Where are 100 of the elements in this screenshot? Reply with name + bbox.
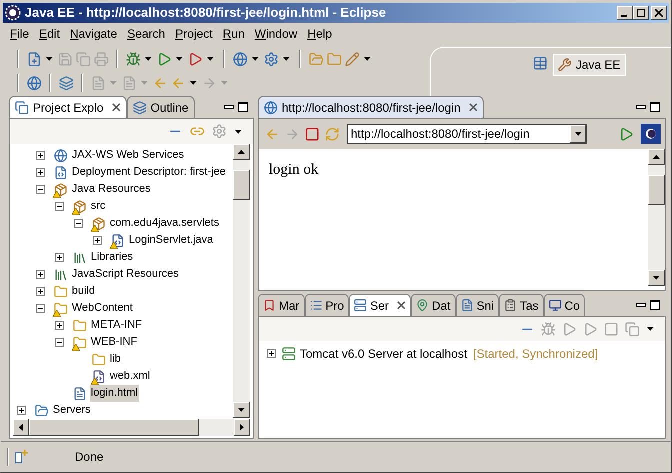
menu-item[interactable]: Run bbox=[218, 25, 250, 43]
scroll-thumb[interactable] bbox=[29, 419, 199, 436]
bookmark-icon bbox=[263, 299, 276, 312]
close-icon[interactable] bbox=[397, 301, 406, 310]
tree-item[interactable]: login.html bbox=[90, 385, 140, 402]
tree-item[interactable]: JavaScript Resources bbox=[71, 266, 180, 283]
view-tab[interactable]: Tas bbox=[499, 294, 544, 316]
tree-item[interactable]: Servers bbox=[52, 402, 92, 419]
list-icon bbox=[310, 299, 323, 312]
caret-icon[interactable] bbox=[364, 57, 371, 61]
tree-item[interactable]: lib bbox=[109, 351, 122, 368]
editor-tab[interactable]: http://localhost:8080/first-jee/login bbox=[258, 96, 484, 118]
caret-icon[interactable] bbox=[252, 57, 259, 61]
scroll-right-icon[interactable] bbox=[234, 419, 250, 436]
view-tab[interactable]: Co bbox=[544, 294, 586, 316]
fast-view-icon[interactable] bbox=[15, 449, 29, 465]
expand-icon[interactable] bbox=[93, 236, 102, 245]
maximize-icon[interactable] bbox=[238, 102, 248, 112]
view-tab[interactable]: Project Explo bbox=[9, 96, 127, 118]
menu-item[interactable]: Edit bbox=[34, 25, 66, 43]
caret-icon[interactable] bbox=[283, 57, 290, 61]
tree-item[interactable]: build bbox=[71, 283, 96, 300]
dropdown-icon[interactable] bbox=[570, 125, 586, 143]
menu-item[interactable]: Navigate bbox=[65, 25, 122, 43]
server-name[interactable]: Tomcat v6.0 Server at localhost bbox=[300, 344, 468, 362]
collapse-icon[interactable] bbox=[36, 185, 45, 194]
menu-item[interactable]: Help bbox=[302, 25, 338, 43]
caret-icon[interactable] bbox=[207, 57, 214, 61]
caret-icon[interactable] bbox=[235, 130, 242, 134]
menu-item[interactable]: Window bbox=[250, 25, 303, 43]
expand-icon[interactable] bbox=[36, 270, 45, 279]
tree-item[interactable]: src bbox=[90, 198, 107, 215]
menu-item[interactable]: File bbox=[5, 25, 34, 43]
perspective-button[interactable]: Java EE bbox=[553, 54, 626, 76]
minimize-icon[interactable] bbox=[224, 105, 234, 109]
caret-icon[interactable] bbox=[145, 57, 152, 61]
scrollbar[interactable] bbox=[13, 419, 250, 436]
expand-icon[interactable] bbox=[36, 168, 45, 177]
status-text: Done bbox=[75, 449, 104, 466]
scroll-left-icon[interactable] bbox=[13, 419, 29, 436]
scrollbar[interactable] bbox=[233, 144, 250, 418]
view-tab[interactable]: Pro bbox=[304, 294, 350, 316]
maximize-icon[interactable] bbox=[650, 102, 660, 112]
maximize-icon[interactable] bbox=[650, 300, 660, 310]
view-tab[interactable]: Ser bbox=[349, 294, 412, 316]
tree-item[interactable]: Deployment Descriptor: first-jee bbox=[71, 164, 228, 181]
clipboard-icon bbox=[504, 299, 518, 312]
collapse-icon[interactable] bbox=[55, 338, 64, 347]
monitor-icon bbox=[548, 299, 562, 312]
server-icon bbox=[354, 299, 368, 312]
scroll-thumb[interactable] bbox=[233, 170, 250, 200]
html-file-icon bbox=[72, 386, 88, 402]
scrollbar[interactable] bbox=[648, 149, 665, 286]
menu-item[interactable]: Project bbox=[170, 25, 218, 43]
expand-icon[interactable] bbox=[17, 406, 26, 415]
tree-item[interactable]: Libraries bbox=[90, 249, 134, 266]
expand-icon[interactable] bbox=[55, 253, 64, 262]
scroll-down-icon[interactable] bbox=[233, 402, 250, 418]
scroll-up-icon[interactable] bbox=[233, 144, 250, 160]
close-icon[interactable] bbox=[112, 103, 121, 112]
wrench-icon bbox=[558, 58, 572, 72]
tree-item[interactable]: JAX-WS Web Services bbox=[71, 147, 186, 164]
web-services-icon bbox=[53, 148, 69, 164]
scroll-up-icon[interactable] bbox=[648, 149, 665, 165]
caret-icon[interactable] bbox=[46, 57, 53, 61]
tree-item[interactable]: WEB-INF bbox=[90, 334, 138, 351]
caret-icon[interactable] bbox=[190, 81, 197, 85]
collapse-icon[interactable] bbox=[55, 202, 64, 211]
caret-icon[interactable] bbox=[176, 57, 183, 61]
scroll-down-icon[interactable] bbox=[648, 270, 665, 286]
scroll-thumb[interactable] bbox=[648, 175, 665, 205]
view-tab[interactable]: Dat bbox=[411, 294, 456, 316]
caret-icon[interactable] bbox=[647, 327, 654, 331]
server-icon bbox=[282, 346, 296, 362]
tree-item[interactable]: web.xml bbox=[109, 368, 152, 385]
expand-icon[interactable] bbox=[36, 151, 45, 160]
minimize-icon[interactable] bbox=[636, 303, 646, 307]
menu-item[interactable]: Search bbox=[122, 25, 170, 43]
tree-item[interactable]: LoginServlet.java bbox=[128, 232, 214, 249]
view-tab[interactable]: Sni bbox=[456, 294, 500, 316]
expand-icon[interactable] bbox=[36, 287, 45, 296]
map-icon bbox=[416, 299, 430, 312]
expand-icon[interactable] bbox=[267, 349, 276, 358]
expand-icon[interactable] bbox=[55, 321, 64, 330]
view-tab[interactable]: Mar bbox=[258, 294, 305, 316]
close-icon[interactable] bbox=[468, 103, 478, 112]
tree-item[interactable]: Java Resources bbox=[71, 181, 152, 198]
descriptor-icon bbox=[53, 164, 69, 180]
collapse-icon[interactable] bbox=[36, 304, 45, 313]
globe-icon bbox=[264, 100, 278, 114]
minimize-icon[interactable] bbox=[636, 105, 646, 109]
globe-icon[interactable] bbox=[25, 74, 43, 92]
url-field[interactable]: http://localhost:8080/first-jee/login bbox=[347, 124, 587, 144]
outline-icon bbox=[132, 100, 147, 114]
tree-item[interactable]: WebContent bbox=[71, 300, 134, 317]
tree-item[interactable]: com.edu4java.servlets bbox=[109, 215, 220, 232]
page-text: login ok bbox=[268, 161, 320, 180]
tree-item[interactable]: META-INF bbox=[90, 317, 144, 334]
view-tab[interactable]: Outline bbox=[126, 96, 195, 118]
collapse-icon[interactable] bbox=[74, 219, 83, 228]
